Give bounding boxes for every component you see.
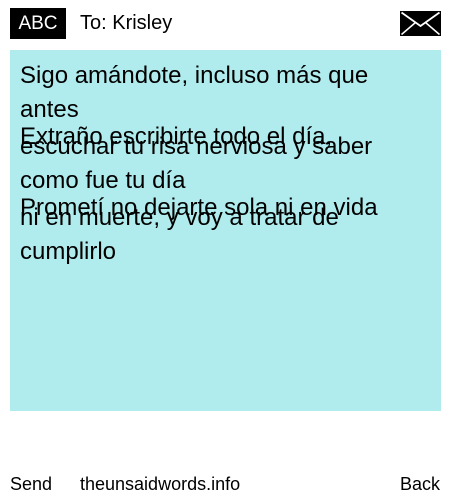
message-line: antes xyxy=(20,96,79,123)
message-line: ni en muerte, y voy a tratar de xyxy=(20,204,339,231)
recipient-label: To: Krisley xyxy=(80,12,173,34)
site-link[interactable]: theunsaidwords.info xyxy=(80,474,240,494)
message-line: escuchar tu risa nerviosa y saber xyxy=(20,133,373,160)
back-button[interactable]: Back xyxy=(400,474,440,494)
send-button[interactable]: Send xyxy=(10,474,52,494)
message-line: como fue tu día xyxy=(20,167,186,194)
message-line: Sigo amándote, incluso más que xyxy=(20,62,369,89)
message-line: cumplirlo xyxy=(20,238,117,265)
envelope-icon[interactable] xyxy=(400,11,441,36)
app-badge: ABC xyxy=(10,8,66,39)
